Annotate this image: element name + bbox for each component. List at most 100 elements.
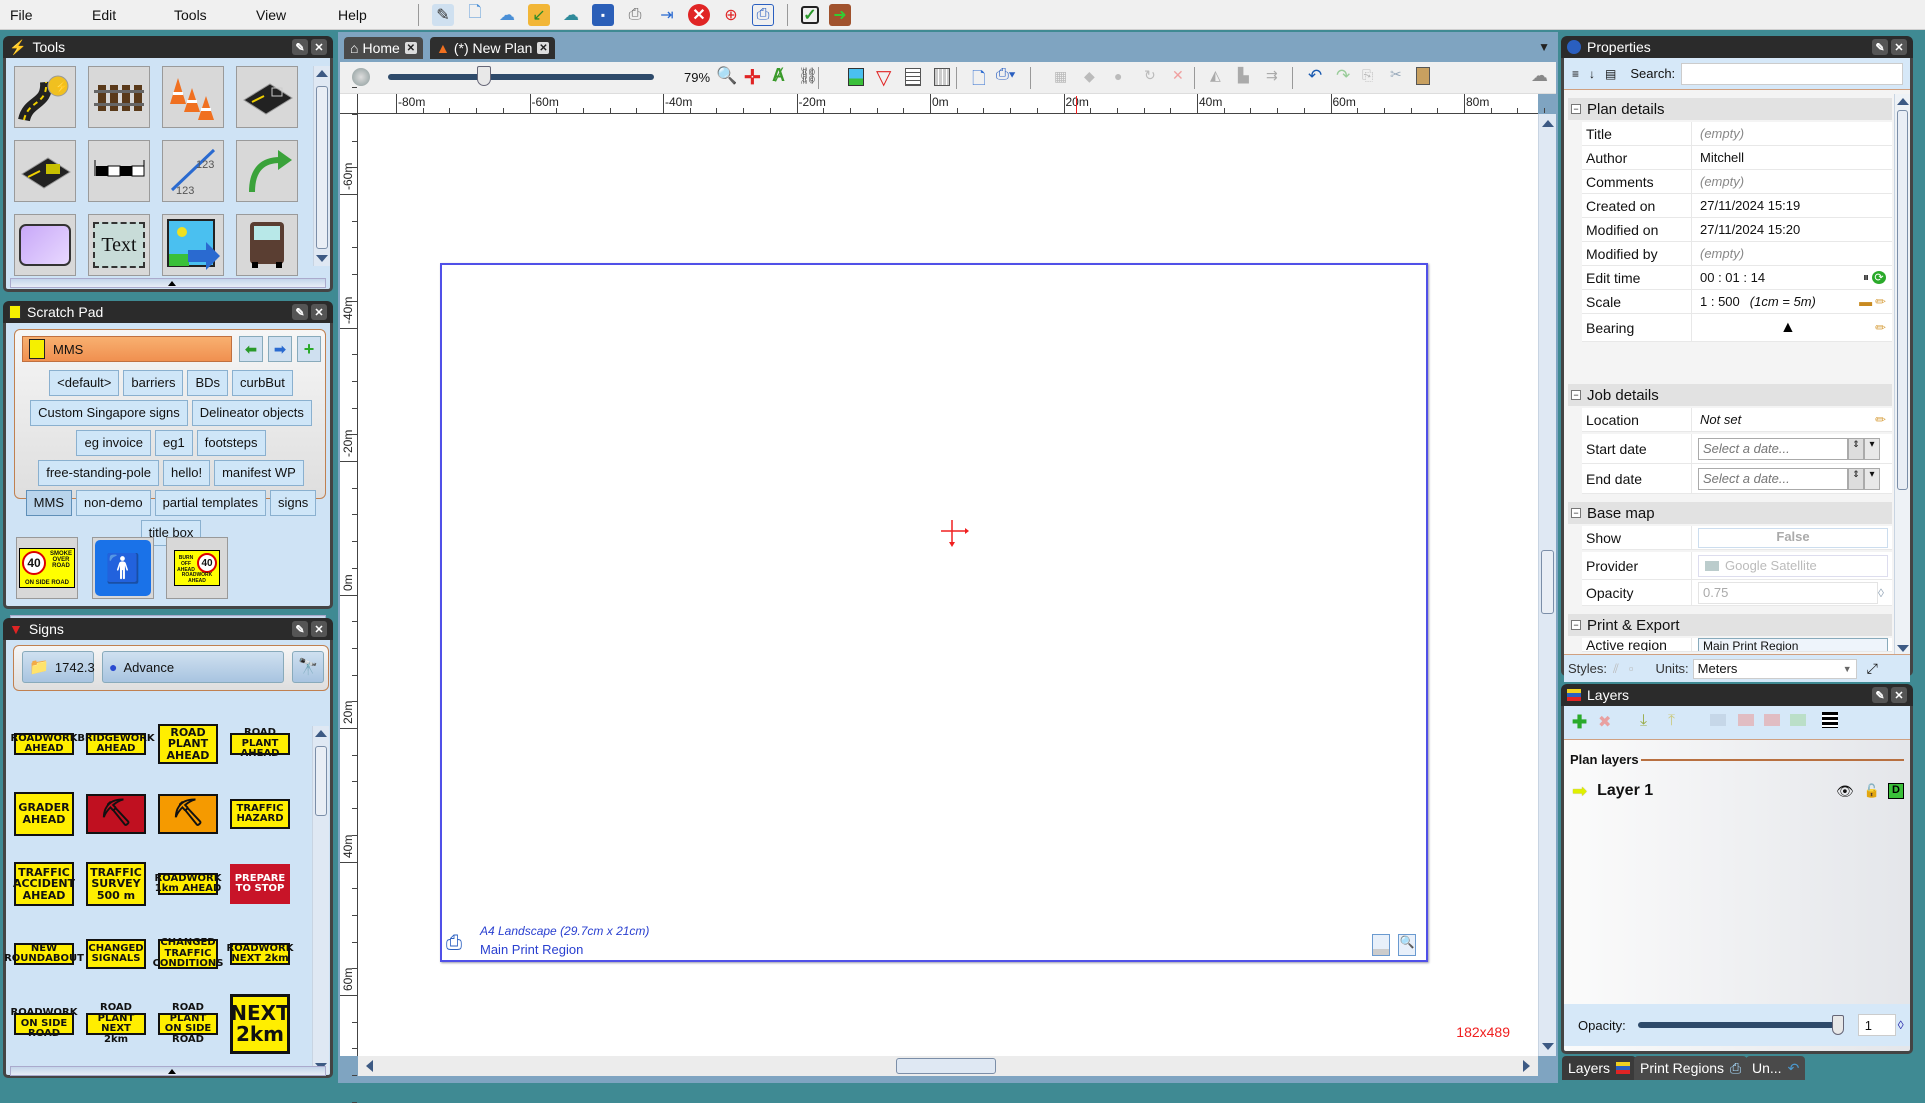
- tab-list-dropdown-icon[interactable]: ▼: [1538, 40, 1550, 54]
- bottom-tab-print-regions[interactable]: Print Regions ⎙: [1634, 1056, 1748, 1080]
- scratch-category-chip[interactable]: <default>: [49, 370, 120, 396]
- rail-track-tool-button[interactable]: [88, 66, 150, 128]
- date-dropdown-icon[interactable]: ▾: [1864, 467, 1880, 490]
- print-region-printer-icon[interactable]: ⎙: [446, 932, 470, 956]
- reset-timer-icon[interactable]: ⟳: [1872, 271, 1886, 284]
- property-value[interactable]: (empty): [1692, 122, 1892, 145]
- binoculars-icon[interactable]: ⛓: [798, 66, 818, 86]
- pin-icon[interactable]: ✎: [292, 304, 308, 320]
- end-date-input[interactable]: [1698, 467, 1848, 490]
- scratch-category-chip[interactable]: barriers: [123, 370, 184, 396]
- ruler-icon[interactable]: ▬: [1859, 294, 1872, 309]
- tools-scrollbar[interactable]: [313, 66, 330, 266]
- property-value[interactable]: 27/11/2024 15:19: [1692, 194, 1892, 217]
- edit-pencil-icon[interactable]: ✏: [1875, 320, 1886, 336]
- sign-item[interactable]: BRIDGEWORK AHEAD: [77, 733, 155, 755]
- show-toggle[interactable]: False: [1698, 527, 1888, 548]
- sign-item[interactable]: NEXT 2km: [230, 994, 290, 1054]
- scratch-item[interactable]: BURN OFF AHEAD 40 ROADWORK AHEAD: [166, 537, 228, 599]
- sign-category-dropdown[interactable]: ● Advance: [102, 651, 284, 683]
- visibility-eye-icon[interactable]: 👁: [1836, 783, 1854, 800]
- signs-filter-icon[interactable]: ▽: [876, 65, 891, 90]
- provider-dropdown[interactable]: Google Satellite: [1698, 554, 1888, 577]
- undo-icon[interactable]: ↶: [1308, 66, 1322, 86]
- zoom-slider[interactable]: [388, 66, 654, 86]
- menu-edit[interactable]: Edit: [82, 7, 164, 23]
- alphabetical-icon[interactable]: ▤: [1605, 67, 1616, 81]
- pin-icon[interactable]: ✎: [1872, 687, 1888, 703]
- scratch-category-chip[interactable]: signs: [269, 490, 317, 516]
- current-scratch-pad[interactable]: MMS: [22, 336, 232, 362]
- scratch-category-chip[interactable]: footsteps: [196, 430, 266, 456]
- scratch-category-chip[interactable]: free-standing-pole: [38, 460, 160, 486]
- scratch-category-chip[interactable]: Custom Singapore signs: [30, 400, 188, 426]
- collapse-icon[interactable]: −: [1571, 508, 1581, 518]
- zoom-search-icon[interactable]: 🔍: [716, 66, 737, 86]
- new-plan-wizard-icon[interactable]: ✎: [432, 3, 454, 26]
- base-map-section[interactable]: − Base map: [1568, 502, 1892, 524]
- sign-item[interactable]: TRAFFIC SURVEY 500 m: [86, 862, 146, 906]
- dimension-tool-button[interactable]: 123 123: [162, 140, 224, 202]
- close-tab-icon[interactable]: ✕: [537, 42, 550, 54]
- exit-door-icon[interactable]: ➜: [829, 3, 851, 26]
- checkbox-icon[interactable]: ✓: [801, 5, 819, 24]
- date-spinner[interactable]: ⇕: [1848, 467, 1864, 490]
- spinner-icon[interactable]: ◊: [1878, 586, 1884, 600]
- scroll-up-icon[interactable]: [315, 730, 327, 737]
- target-icon[interactable]: ⊕: [720, 4, 742, 26]
- pin-icon[interactable]: ✎: [292, 39, 308, 55]
- close-icon[interactable]: ✕: [311, 621, 327, 637]
- sign-search-button[interactable]: 🔭: [292, 651, 324, 683]
- compass-icon[interactable]: Ⱥ: [772, 65, 785, 86]
- close-icon[interactable]: ✕: [1891, 39, 1907, 55]
- cloud-sync-icon[interactable]: ☁: [560, 4, 582, 26]
- sign-item[interactable]: ROADWORK AHEAD: [11, 733, 77, 755]
- scroll-left-icon[interactable]: [366, 1060, 373, 1072]
- close-icon[interactable]: ✕: [311, 39, 327, 55]
- scratch-category-chip[interactable]: Delineator objects: [191, 400, 312, 426]
- units-dropdown[interactable]: Meters ▼: [1692, 658, 1857, 679]
- scroll-up-icon[interactable]: [316, 70, 328, 77]
- job-details-section[interactable]: − Job details: [1568, 384, 1892, 406]
- sign-item[interactable]: CHANGED SIGNALS: [86, 939, 146, 969]
- close-tab-icon[interactable]: ✕: [404, 42, 417, 54]
- scroll-down-icon[interactable]: [1541, 1043, 1554, 1050]
- scroll-thumb[interactable]: [315, 746, 327, 816]
- scratch-category-chip[interactable]: BDs: [187, 370, 229, 396]
- base-map-opacity-input[interactable]: 0.75: [1698, 581, 1878, 604]
- print-region-name[interactable]: Main Print Region: [480, 942, 583, 957]
- sign-item[interactable]: ROADWORK 1km AHEAD: [155, 873, 221, 895]
- sign-item[interactable]: ROAD PLANT ON SIDE ROAD: [158, 1002, 218, 1044]
- sign-item[interactable]: NEW ROUNDABOUT: [4, 943, 84, 965]
- scratch-category-chip[interactable]: hello!: [163, 460, 211, 486]
- sign-item[interactable]: ROAD PLANT AHEAD: [158, 724, 218, 764]
- menu-view[interactable]: View: [246, 7, 328, 23]
- print-preview-icon[interactable]: 🔍: [1398, 934, 1416, 956]
- scratch-category-chip[interactable]: MMS: [25, 490, 73, 516]
- sign-item[interactable]: GRADER AHEAD: [14, 792, 74, 836]
- tab-home[interactable]: ⌂ Home ✕: [344, 37, 423, 59]
- property-value[interactable]: Mitchell: [1692, 146, 1892, 169]
- sign-item[interactable]: ⛏: [86, 794, 146, 834]
- scratch-category-chip[interactable]: non-demo: [76, 490, 151, 516]
- scroll-thumb[interactable]: [1541, 550, 1554, 614]
- scroll-down-icon[interactable]: [1896, 645, 1909, 652]
- menu-tools[interactable]: Tools: [164, 7, 246, 23]
- property-value[interactable]: (empty): [1692, 170, 1892, 193]
- zoom-slider-thumb[interactable]: [476, 66, 491, 86]
- close-icon[interactable]: ✕: [1891, 687, 1907, 703]
- scratch-category-chip[interactable]: curbBut: [232, 370, 293, 396]
- add-layer-icon[interactable]: ✚: [1572, 712, 1587, 733]
- traffic-cones-tool-button[interactable]: [162, 66, 224, 128]
- plan-details-section[interactable]: − Plan details: [1568, 98, 1892, 120]
- globe-icon[interactable]: [352, 68, 370, 86]
- canvas-horizontal-scrollbar[interactable]: [358, 1056, 1538, 1076]
- scroll-down-icon[interactable]: [316, 255, 328, 262]
- edit-pencil-icon[interactable]: ✏: [1875, 412, 1886, 428]
- sign-item[interactable]: PREPARE TO STOP: [230, 864, 290, 904]
- date-dropdown-icon[interactable]: ▾: [1864, 437, 1880, 460]
- plan-canvas[interactable]: ⎙ A4 Landscape (29.7cm x 21cm) Main Prin…: [358, 114, 1538, 1056]
- text-tool-button[interactable]: Text: [88, 214, 150, 276]
- arrow-tool-button[interactable]: [236, 140, 298, 202]
- merge-down-icon[interactable]: ⤓: [1640, 712, 1647, 730]
